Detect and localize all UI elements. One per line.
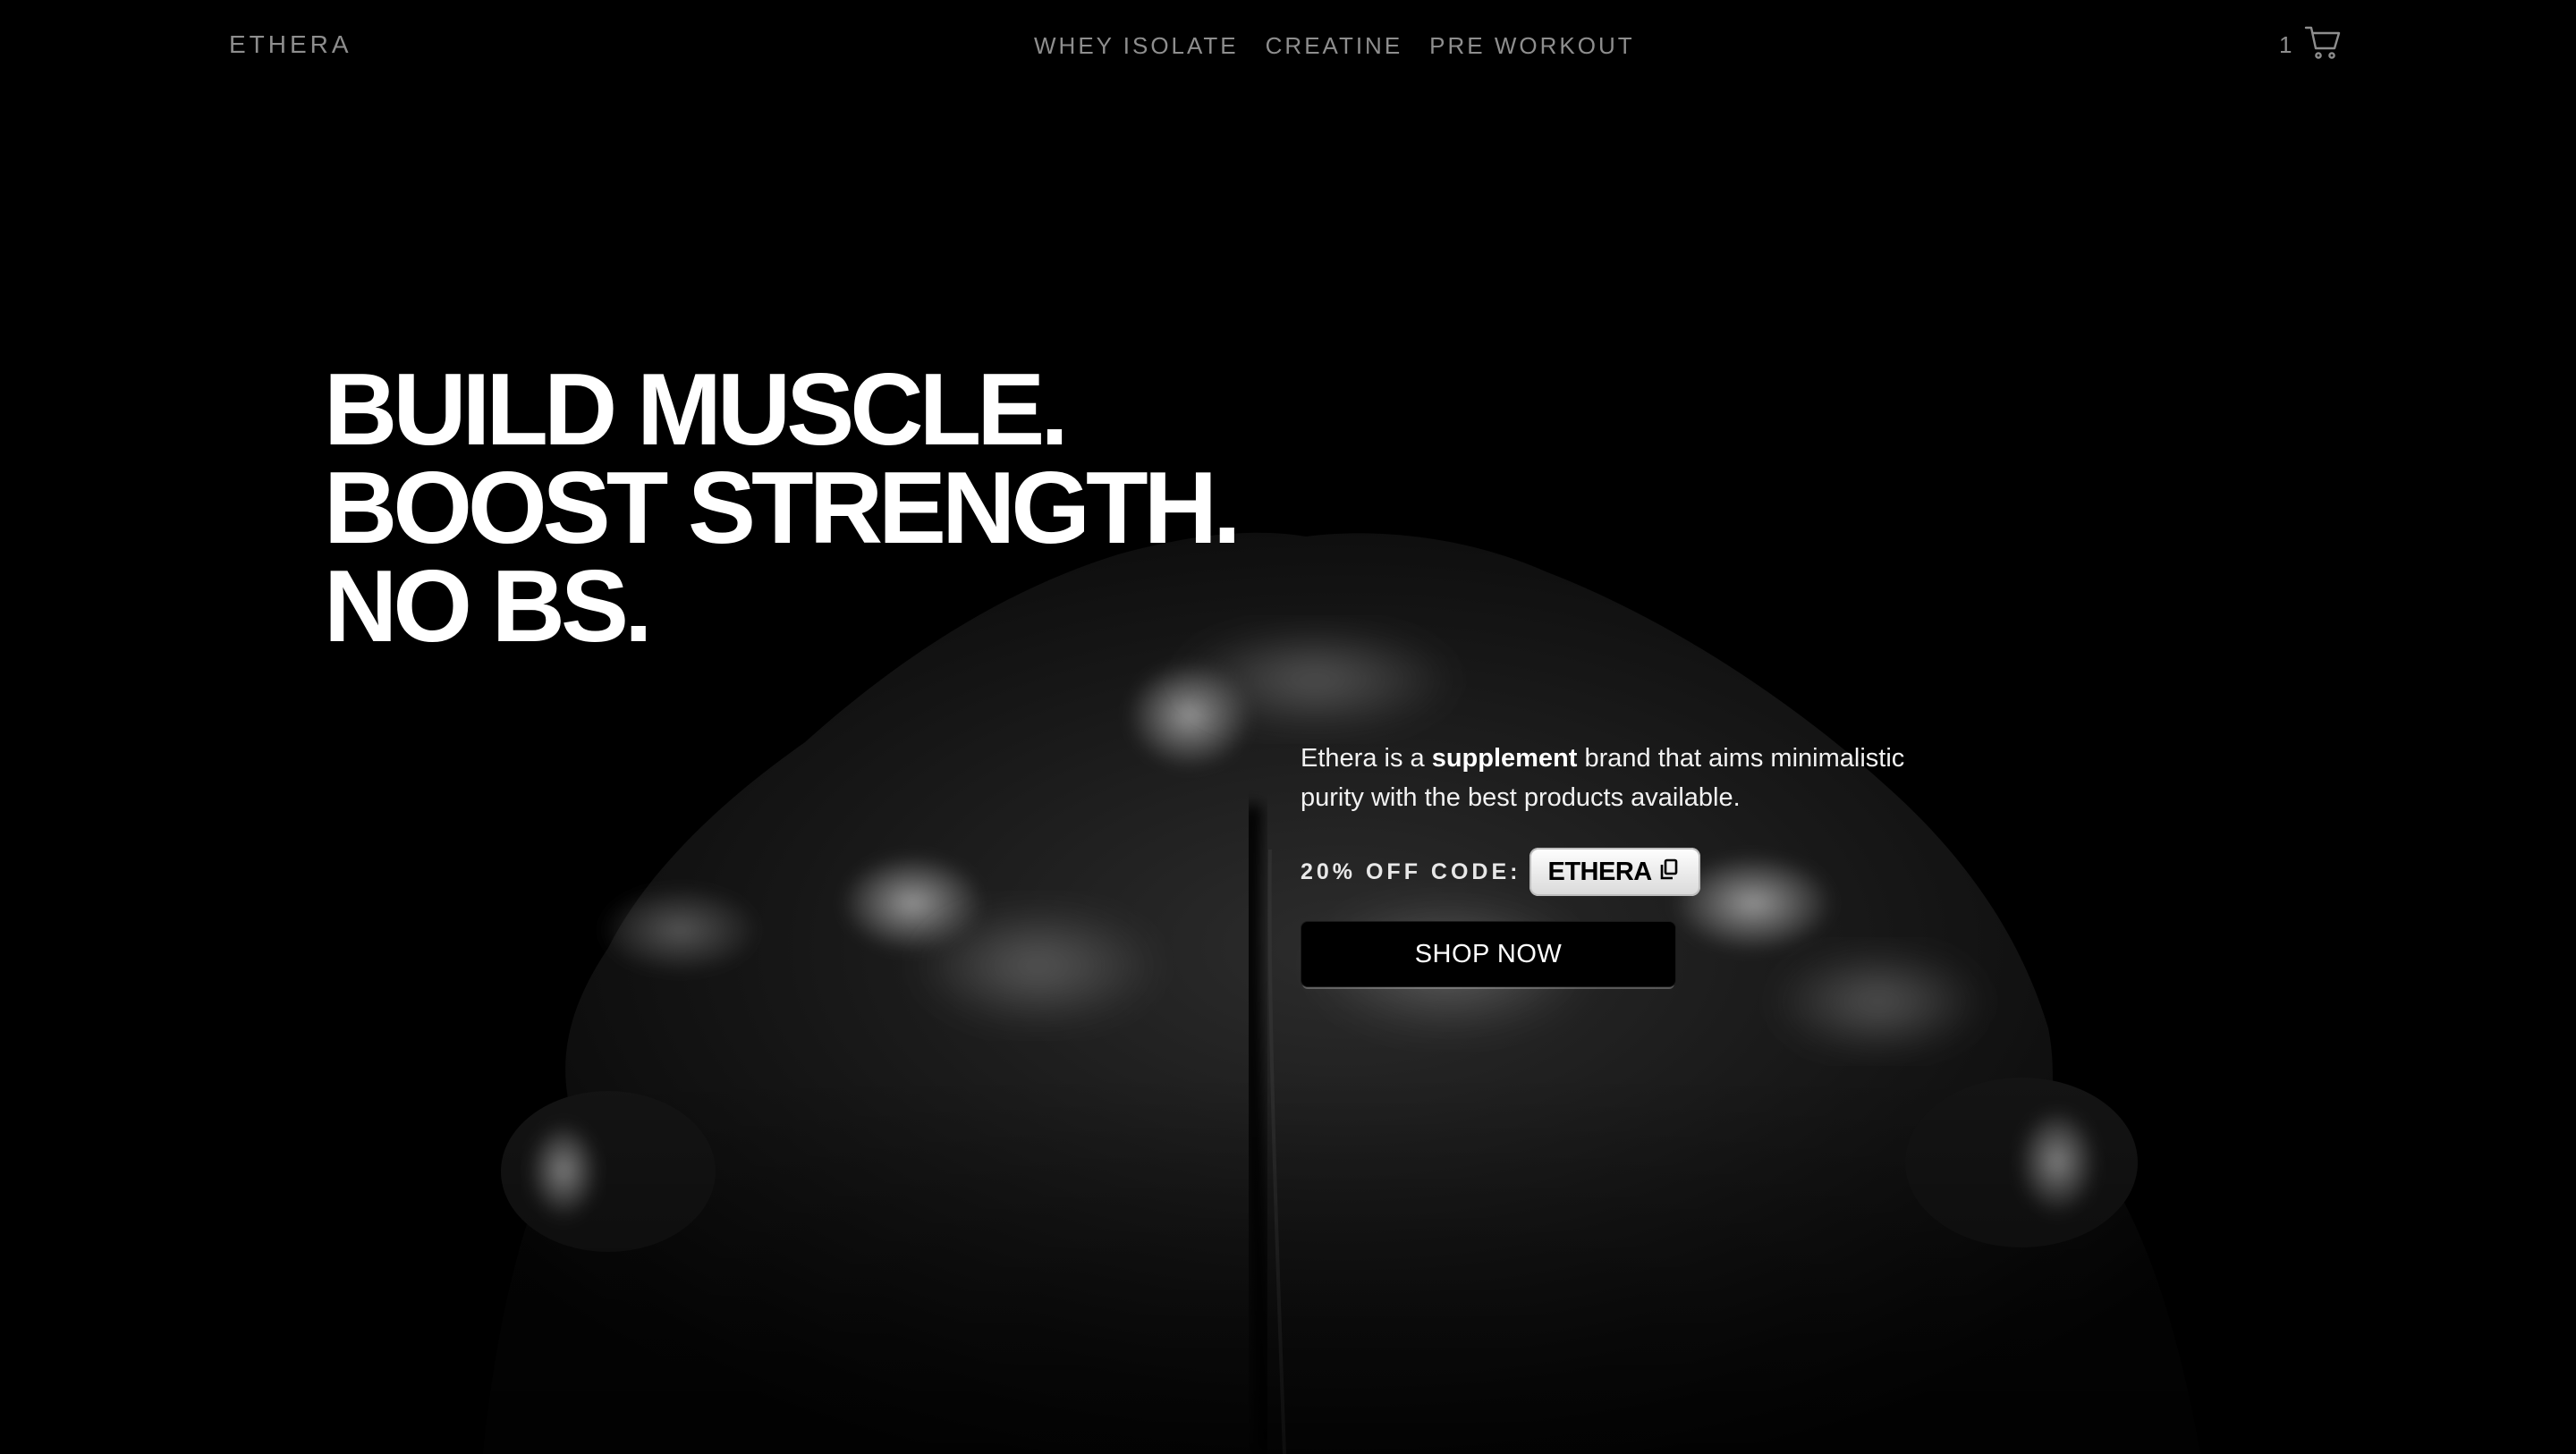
brand-logo[interactable]: ETHERA — [229, 30, 352, 59]
discount-code-label: 20% OFF CODE: — [1301, 858, 1521, 884]
nav-link-whey-isolate[interactable]: WHEY ISOLATE — [1034, 32, 1239, 60]
muscle-back-render — [0, 532, 2576, 1454]
description-text-bold: supplement — [1431, 744, 1578, 773]
discount-code-row: 20% OFF CODE: ETHERA — [1301, 848, 1945, 896]
discount-code: ETHERA — [1547, 857, 1652, 886]
headline-line-3: NO BS. — [324, 550, 653, 664]
hero-description: Ethera is a supplement brand that aims m… — [1301, 739, 1945, 817]
copy-icon — [1659, 858, 1679, 886]
hero-headline: BUILD MUSCLE. BOOST STRENGTH. NO BS. — [324, 353, 1241, 664]
headline-line-2: BOOST STRENGTH. — [324, 452, 1241, 565]
nav-link-creatine[interactable]: CREATINE — [1266, 32, 1403, 60]
page: ETHERA WHEY ISOLATE CREATINE PRE WORKOUT… — [0, 0, 2576, 1454]
headline-line-1: BUILD MUSCLE. — [324, 353, 1069, 467]
cart-icon — [2304, 25, 2342, 65]
cart-count: 1 — [2279, 31, 2292, 58]
nav-links: WHEY ISOLATE CREATINE PRE WORKOUT — [1034, 32, 1635, 60]
cart-button[interactable]: 1 — [2279, 25, 2342, 65]
shop-now-button[interactable]: SHOP NOW — [1301, 921, 1676, 987]
copy-code-button[interactable]: ETHERA — [1530, 848, 1700, 896]
top-nav: ETHERA WHEY ISOLATE CREATINE PRE WORKOUT… — [0, 0, 2576, 93]
hero-info: Ethera is a supplement brand that aims m… — [1301, 739, 1945, 987]
nav-link-pre-workout[interactable]: PRE WORKOUT — [1429, 32, 1634, 60]
description-text-before: Ethera is a — [1301, 744, 1432, 773]
